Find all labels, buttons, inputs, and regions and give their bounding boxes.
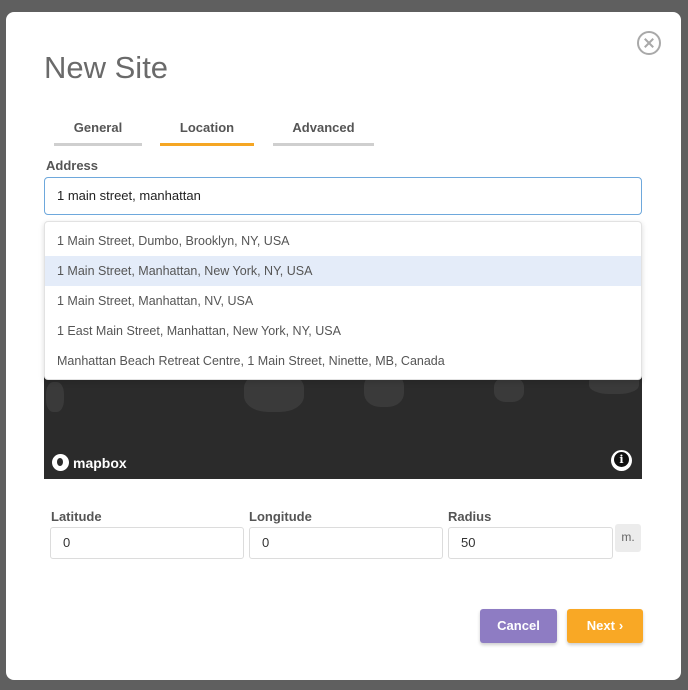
cancel-button-label: Cancel [497, 618, 540, 633]
tab-advanced[interactable]: Advanced [273, 120, 374, 146]
chevron-right-icon: › [618, 618, 624, 633]
tab-label: Advanced [292, 120, 355, 135]
new-site-dialog: New Site General Location Advanced Addre… [6, 12, 681, 680]
map-landmass [494, 377, 524, 402]
radius-unit: m. [615, 524, 641, 552]
tab-general[interactable]: General [54, 120, 142, 146]
info-icon[interactable] [611, 450, 632, 471]
longitude-label: Longitude [249, 509, 312, 524]
tab-underline [54, 143, 142, 146]
tab-location[interactable]: Location [160, 120, 254, 146]
mapbox-logo-text: mapbox [73, 454, 127, 471]
next-button-label: Next [586, 618, 615, 633]
suggestion-item-highlighted[interactable]: 1 Main Street, Manhattan, New York, NY, … [45, 256, 641, 286]
radius-input[interactable]: 50 [448, 527, 613, 559]
address-label: Address [46, 158, 99, 173]
suggestion-item[interactable]: Manhattan Beach Retreat Centre, 1 Main S… [45, 346, 641, 376]
address-input[interactable]: 1 main street, manhattan [44, 177, 642, 215]
suggestion-item[interactable]: 1 East Main Street, Manhattan, New York,… [45, 316, 641, 346]
suggestion-item[interactable]: 1 Main Street, Manhattan, NV, USA [45, 286, 641, 316]
dialog-title: New Site [44, 50, 169, 85]
address-suggestions-dropdown: 1 Main Street, Dumbo, Brooklyn, NY, USA … [44, 221, 642, 380]
longitude-input[interactable]: 0 [249, 527, 443, 559]
cancel-button[interactable]: Cancel [480, 609, 557, 643]
radius-label: Radius [448, 509, 492, 524]
close-icon[interactable] [637, 31, 661, 55]
tab-underline-active [160, 143, 254, 146]
tab-underline [273, 143, 374, 146]
tab-label: General [73, 120, 123, 135]
map-view[interactable]: mapbox [44, 372, 642, 479]
latitude-label: Latitude [51, 509, 102, 524]
mapbox-logo[interactable]: mapbox [52, 454, 127, 471]
next-button[interactable]: Next › [567, 609, 643, 643]
suggestion-item[interactable]: 1 Main Street, Dumbo, Brooklyn, NY, USA [45, 226, 641, 256]
mapbox-icon [52, 454, 69, 471]
tab-label: Location [179, 120, 235, 135]
map-landmass [46, 382, 64, 412]
latitude-input[interactable]: 0 [50, 527, 244, 559]
